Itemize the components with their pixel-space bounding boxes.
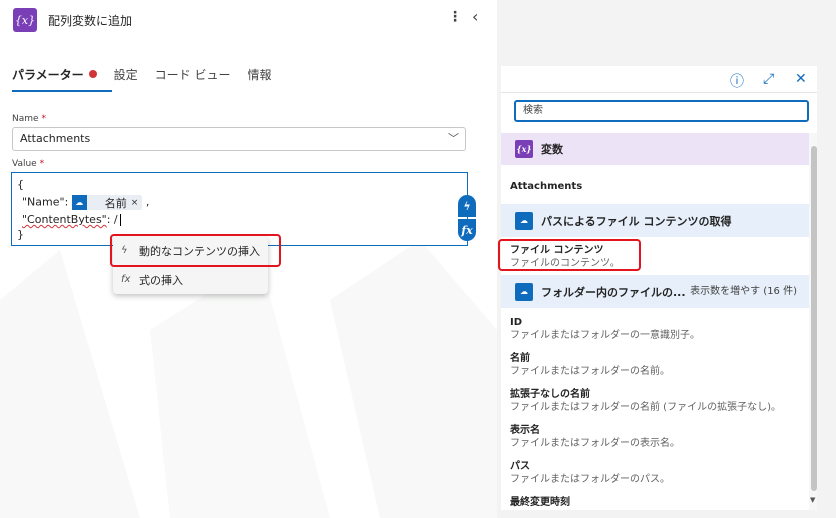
panel-toolbar: ⓘ ⤢ ✕: [501, 66, 817, 93]
search-input[interactable]: 検索: [514, 100, 809, 122]
onedrive-cloud-icon: ☁: [71, 195, 87, 210]
scroll-down-arrow-icon[interactable]: ▼: [810, 496, 815, 504]
insert-expression-item[interactable]: fx 式の挿入: [113, 265, 268, 294]
onedrive-cloud-icon: ☁: [515, 282, 533, 301]
variables-section[interactable]: {x} 変数: [501, 133, 809, 165]
insert-menu: ϟ 動的なコンテンツの挿入 fx 式の挿入: [113, 236, 268, 294]
info-icon[interactable]: ⓘ: [730, 71, 744, 91]
close-icon[interactable]: ✕: [795, 71, 807, 87]
editor-line: }: [17, 228, 24, 241]
list-item[interactable]: パス ファイルまたはフォルダーのパス。: [510, 460, 805, 486]
chevron-down-icon: ﹀: [448, 132, 459, 145]
editor-line: {: [17, 178, 24, 191]
list-item[interactable]: ID ファイルまたはフォルダーの一意識別子。: [510, 316, 805, 342]
section-label: Attachments: [510, 181, 583, 192]
editor-line-name: "Name": ☁ 名前 × ,: [22, 195, 150, 210]
more-options-icon[interactable]: ⋮: [448, 9, 462, 25]
lightning-icon: ϟ: [121, 245, 128, 256]
list-item[interactable]: 拡張子なしの名前 ファイルまたはフォルダーの名前 (ファイルの拡張子なし)。: [510, 388, 805, 414]
variable-icon: {x}: [515, 140, 533, 158]
dynamic-token-name[interactable]: ☁ 名前 ×: [71, 195, 143, 210]
tab-parameters-label: パラメーター: [12, 68, 84, 82]
show-more-link[interactable]: 表示数を増やす (16 件): [690, 275, 797, 308]
text-caret: [119, 214, 121, 226]
name-select[interactable]: Attachments ﹀: [12, 127, 466, 151]
list-item[interactable]: 表示名 ファイルまたはフォルダーの表示名。: [510, 424, 805, 450]
list-item[interactable]: 最終変更時刻: [510, 496, 805, 509]
group-get-file-content-by-path[interactable]: ☁ パスによるファイル コンテンツの取得: [501, 204, 809, 237]
insert-dynamic-content-item[interactable]: ϟ 動的なコンテンツの挿入: [113, 236, 268, 265]
action-title: 配列変数に追加: [48, 14, 133, 28]
name-label: Name *: [12, 114, 46, 124]
action-editor-pane: {x} 配列変数に追加 ⋮ ‹ パラメーター 設定 コード ビュー 情報 Nam…: [0, 0, 497, 518]
value-label: Value *: [12, 159, 45, 169]
expression-button[interactable]: fx: [458, 219, 476, 241]
value-editor[interactable]: { "Name": ☁ 名前 × , "ContentBytes": / }: [11, 172, 468, 246]
list-item-file-content[interactable]: ファイル コンテンツ ファイルのコンテンツ。: [510, 244, 805, 270]
dynamic-content-button[interactable]: ϟ: [458, 195, 476, 217]
required-indicator-dot: [88, 70, 97, 78]
scrollbar-thumb[interactable]: [811, 146, 817, 491]
variable-action-icon: {x}: [13, 8, 37, 32]
tab-about[interactable]: 情報: [247, 64, 271, 92]
collapse-chevron-icon[interactable]: ‹: [472, 7, 478, 26]
dynamic-content-panel: ⓘ ⤢ ✕ 検索 {x} 変数 Attachments ☁ パスによるファイル …: [501, 66, 817, 510]
tab-settings[interactable]: 設定: [114, 64, 138, 92]
tab-bar: パラメーター 設定 コード ビュー 情報: [12, 64, 289, 92]
expand-icon[interactable]: ⤢: [763, 71, 774, 87]
onedrive-cloud-icon: ☁: [515, 211, 533, 230]
token-remove-icon[interactable]: ×: [131, 198, 139, 208]
name-select-value: Attachments: [20, 132, 91, 145]
list-item[interactable]: 名前 ファイルまたはフォルダーの名前。: [510, 352, 805, 378]
tab-code-view[interactable]: コード ビュー: [155, 64, 231, 92]
fx-icon: fx: [121, 274, 131, 285]
tab-parameters[interactable]: パラメーター: [12, 64, 112, 92]
group-list-files-in-folder[interactable]: ☁ フォルダー内のファイルの... 表示数を増やす (16 件): [501, 275, 809, 308]
editor-line-contentbytes: "ContentBytes": /: [22, 213, 121, 226]
